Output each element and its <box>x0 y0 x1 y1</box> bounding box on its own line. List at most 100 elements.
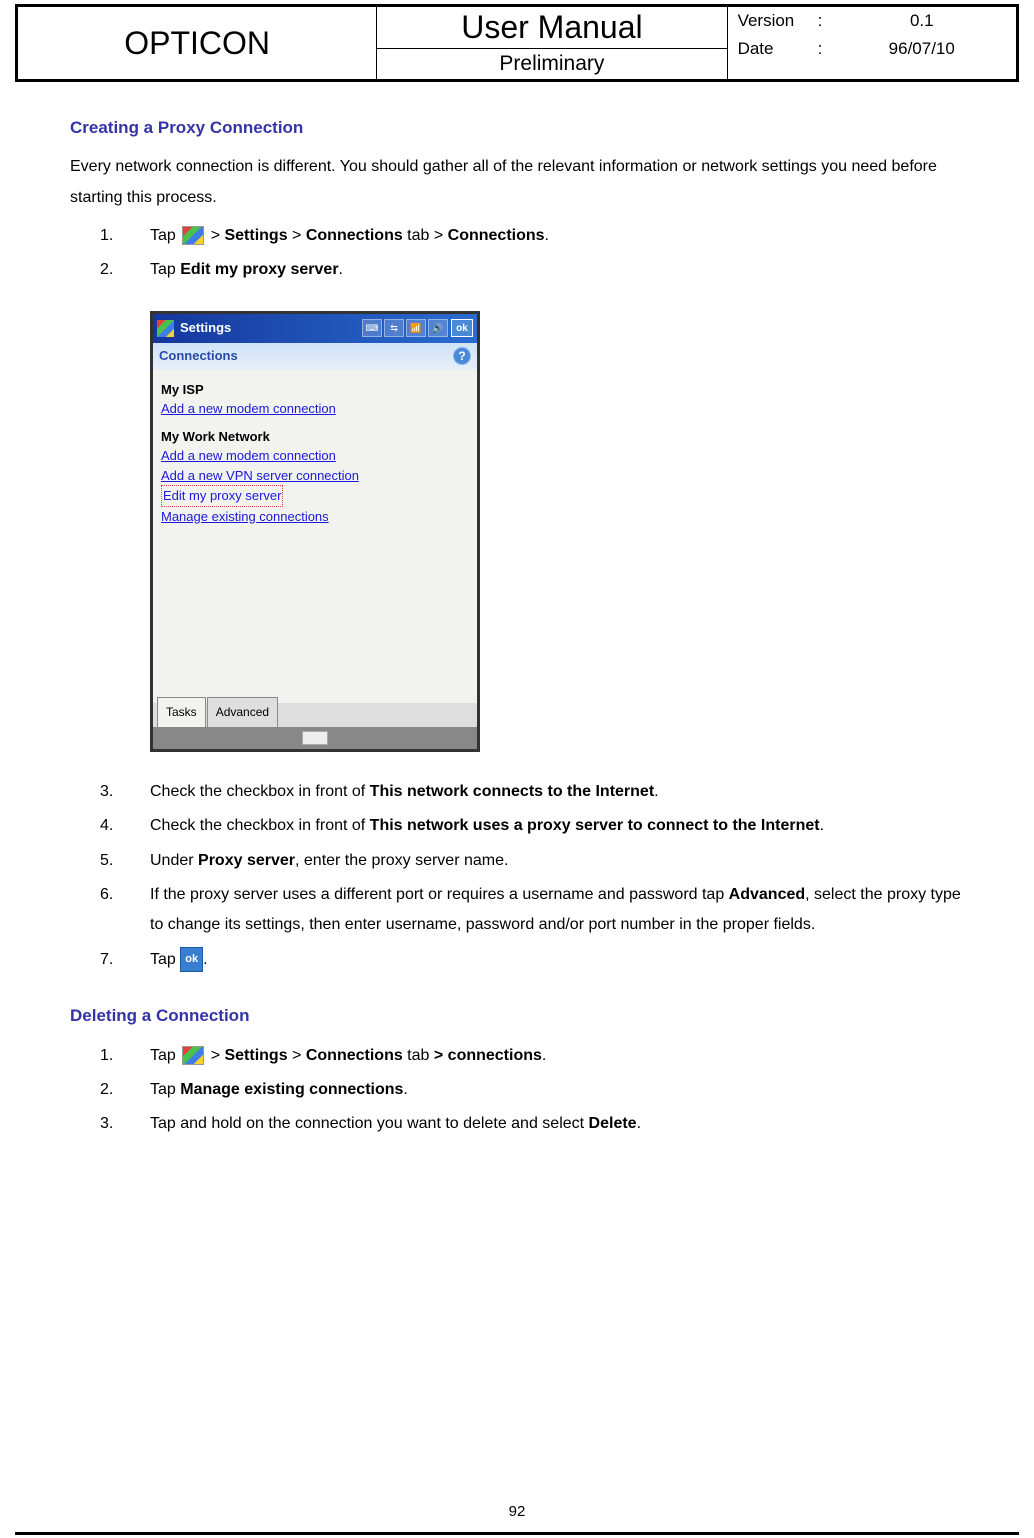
t: Settings <box>224 227 287 244</box>
t: . <box>542 1047 546 1064</box>
t: Delete <box>589 1115 637 1132</box>
step: 7. Tap ok. <box>100 945 964 975</box>
step-number: 5. <box>100 846 150 876</box>
link-edit-proxy[interactable]: Edit my proxy server <box>161 485 283 507</box>
group-mywork: My Work Network <box>161 427 469 447</box>
header-center: User Manual Preliminary <box>377 7 726 79</box>
page-content: Creating a Proxy Connection Every networ… <box>0 82 1034 1140</box>
colon: : <box>818 39 838 59</box>
wm-subheader: Connections ? <box>153 343 477 370</box>
link-manage-connections[interactable]: Manage existing connections <box>161 509 329 524</box>
step-text: Tap > Settings > Connections tab > Conne… <box>150 221 964 251</box>
t: If the proxy server uses a different por… <box>150 886 729 903</box>
step: 2. Tap Edit my proxy server. <box>100 255 964 285</box>
colon: : <box>818 11 838 31</box>
t: Manage existing connections <box>180 1081 403 1098</box>
ok-icon: ok <box>180 947 203 972</box>
help-icon[interactable]: ? <box>453 347 471 365</box>
link-add-modem-work[interactable]: Add a new modem connection <box>161 448 336 463</box>
t: > <box>206 227 224 244</box>
link-add-modem-isp[interactable]: Add a new modem connection <box>161 401 336 416</box>
t: tab > <box>403 227 448 244</box>
t: Tap <box>150 1047 180 1064</box>
step-number: 1. <box>100 221 150 251</box>
ok-button[interactable]: ok <box>451 319 473 337</box>
t: Check the checkbox in front of <box>150 783 370 800</box>
step: 1. Tap > Settings > Connections tab > co… <box>100 1041 964 1071</box>
wm-sip-bar <box>153 727 477 749</box>
t: This network uses a proxy server to conn… <box>370 817 820 834</box>
start-icon <box>182 226 204 245</box>
step: 3. Check the checkbox in front of This n… <box>100 777 964 807</box>
step-text: Tap and hold on the connection you want … <box>150 1109 964 1139</box>
t: This network connects to the Internet <box>370 783 654 800</box>
t: Advanced <box>729 886 805 903</box>
t: Tap and hold on the connection you want … <box>150 1115 589 1132</box>
connectivity-icon[interactable]: ⇆ <box>384 319 404 337</box>
t: Tap <box>150 951 180 968</box>
t: Connections <box>306 227 403 244</box>
step-text: Under Proxy server, enter the proxy serv… <box>150 846 964 876</box>
section-heading-proxy: Creating a Proxy Connection <box>70 112 964 144</box>
step-list-1: 1. Tap > Settings > Connections tab > Co… <box>100 221 964 286</box>
intro-text: Every network connection is different. Y… <box>70 152 964 213</box>
date-value: 96/07/10 <box>838 39 1006 59</box>
step-text: Check the checkbox in front of This netw… <box>150 777 964 807</box>
t: , enter the proxy server name. <box>295 852 508 869</box>
wm-tabbar: Tasks Advanced <box>153 703 477 727</box>
t: . <box>545 227 549 244</box>
step-text: Tap > Settings > Connections tab > conne… <box>150 1041 964 1071</box>
start-icon[interactable] <box>157 320 174 337</box>
step-text: Tap ok. <box>150 945 964 975</box>
link-add-vpn[interactable]: Add a new VPN server connection <box>161 468 359 483</box>
date-label: Date <box>738 39 818 59</box>
doc-title: User Manual <box>377 7 726 49</box>
t: Check the checkbox in front of <box>150 817 370 834</box>
section-heading-delete: Deleting a Connection <box>70 1000 964 1032</box>
t: Tap <box>150 227 180 244</box>
t: . <box>654 783 658 800</box>
page-number: 92 <box>0 1503 1034 1520</box>
step-number: 3. <box>100 1109 150 1139</box>
step-number: 2. <box>100 255 150 285</box>
step-text: Tap Edit my proxy server. <box>150 255 964 285</box>
t: Connections <box>306 1047 403 1064</box>
step-number: 7. <box>100 945 150 975</box>
step-number: 4. <box>100 811 150 841</box>
company-name: OPTICON <box>18 7 377 79</box>
step-number: 1. <box>100 1041 150 1071</box>
step-text: Check the checkbox in front of This netw… <box>150 811 964 841</box>
step-text: Tap Manage existing connections. <box>150 1075 964 1105</box>
wm-title: Settings <box>180 316 360 341</box>
doc-subtitle: Preliminary <box>377 49 726 79</box>
volume-icon[interactable]: 🔊 <box>428 319 448 337</box>
t: > <box>288 1047 306 1064</box>
t: > connections <box>434 1047 542 1064</box>
step-number: 2. <box>100 1075 150 1105</box>
device-screenshot: Settings ⌨ ⇆ 📶 🔊 ok Connections ? My ISP… <box>150 311 480 752</box>
keyboard-icon[interactable] <box>302 731 328 745</box>
step-list-1b: 3. Check the checkbox in front of This n… <box>100 777 964 975</box>
step: 1. Tap > Settings > Connections tab > Co… <box>100 221 964 251</box>
signal-icon[interactable]: 📶 <box>406 319 426 337</box>
step: 3. Tap and hold on the connection you wa… <box>100 1109 964 1139</box>
t: Settings <box>224 1047 287 1064</box>
step: 4. Check the checkbox in front of This n… <box>100 811 964 841</box>
step-number: 6. <box>100 880 150 941</box>
t: Edit my proxy server <box>180 261 338 278</box>
version-row: Version : 0.1 <box>728 7 1016 35</box>
wm-body: My ISP Add a new modem connection My Wor… <box>153 370 477 533</box>
t: . <box>203 951 207 968</box>
version-label: Version <box>738 11 818 31</box>
tab-advanced[interactable]: Advanced <box>207 697 278 727</box>
t: > <box>288 227 306 244</box>
t: Proxy server <box>198 852 295 869</box>
t: . <box>637 1115 641 1132</box>
step-list-2: 1. Tap > Settings > Connections tab > co… <box>100 1041 964 1140</box>
sip-toggle-icon[interactable]: ⌨ <box>362 319 382 337</box>
wm-titlebar: Settings ⌨ ⇆ 📶 🔊 ok <box>153 314 477 343</box>
step-number: 3. <box>100 777 150 807</box>
step: 5. Under Proxy server, enter the proxy s… <box>100 846 964 876</box>
tab-tasks[interactable]: Tasks <box>157 697 206 727</box>
date-row: Date : 96/07/10 <box>728 35 1016 63</box>
